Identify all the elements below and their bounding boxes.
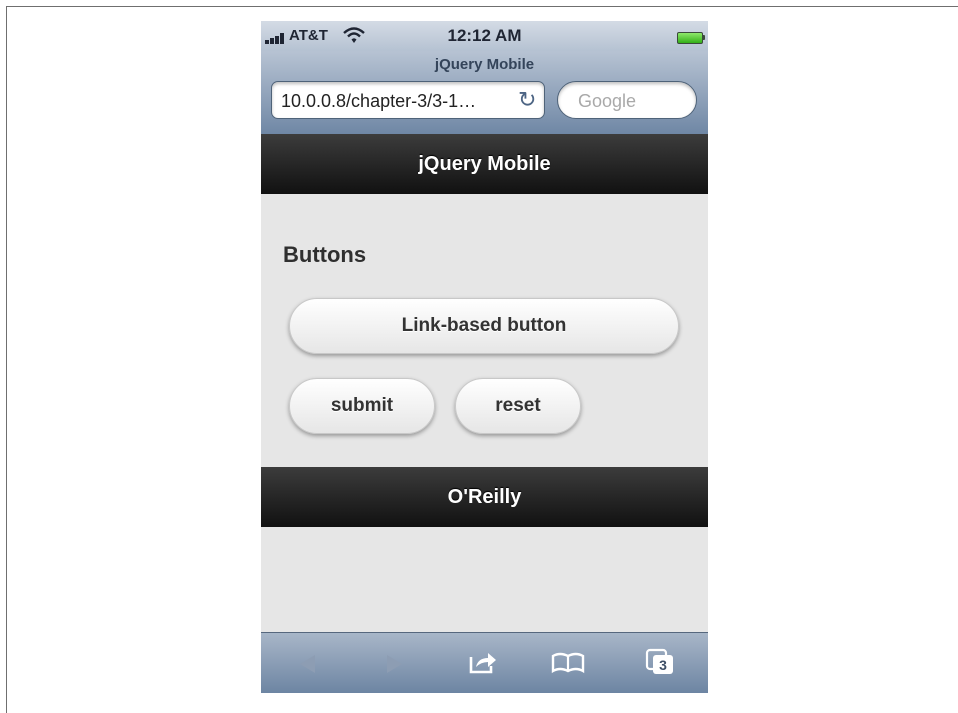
page-header: jQuery Mobile <box>261 134 708 194</box>
search-placeholder: Google <box>578 91 637 111</box>
battery-tip <box>702 35 705 40</box>
clock: 12:12 AM <box>447 26 522 45</box>
status-bar: AT&T 12:12 AM <box>261 21 708 51</box>
search-input[interactable]: Google <box>557 81 697 119</box>
section-heading: Buttons <box>283 242 367 267</box>
iphone-screen: AT&T 12:12 AM jQuery Mobile 10.0.0.8/cha… <box>261 21 708 693</box>
browser-page-title: jQuery Mobile <box>434 56 535 73</box>
tab-count: 3 <box>659 657 667 673</box>
reload-icon[interactable]: ↻ <box>518 87 536 113</box>
page-content: Buttons Link-based button submit reset <box>261 194 708 467</box>
battery-icon <box>677 32 703 44</box>
back-icon[interactable] <box>297 653 317 675</box>
page-footer: O'Reilly <box>261 467 708 527</box>
tabs-icon[interactable]: 3 <box>645 648 675 676</box>
forward-icon[interactable] <box>385 653 405 675</box>
url-field[interactable]: 10.0.0.8/chapter-3/3-1… ↻ <box>271 81 545 119</box>
submit-button[interactable]: submit <box>289 378 435 434</box>
reset-button[interactable]: reset <box>455 378 581 434</box>
page-blank-area <box>261 527 708 632</box>
safari-address-bar: jQuery Mobile 10.0.0.8/chapter-3/3-1… ↻ … <box>261 51 708 135</box>
safari-toolbar: 3 <box>261 632 708 693</box>
share-icon[interactable] <box>468 649 498 675</box>
bookmarks-icon[interactable] <box>551 650 585 674</box>
link-based-button[interactable]: Link-based button <box>289 298 679 354</box>
url-text: 10.0.0.8/chapter-3/3-1… <box>281 91 477 111</box>
